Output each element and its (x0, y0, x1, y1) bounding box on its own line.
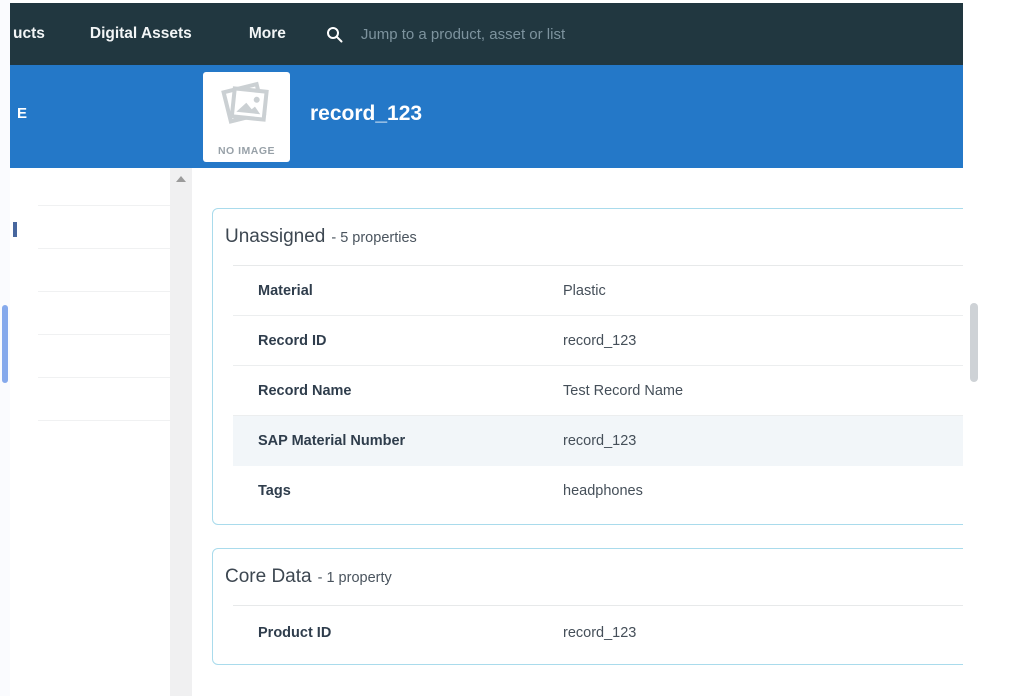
property-label: SAP Material Number (258, 433, 563, 449)
left-scrollbar-thumb[interactable] (2, 305, 8, 383)
card-title: Unassigned (225, 226, 325, 248)
card-title: Core Data (225, 566, 312, 588)
sidebar-list-item[interactable] (38, 292, 170, 335)
property-row-material: Material Plastic (233, 266, 963, 316)
property-row-tags: Tags headphones (233, 466, 963, 516)
sidebar-list-item[interactable] (38, 378, 170, 421)
property-label: Record Name (258, 383, 563, 399)
sidebar-list (10, 168, 170, 696)
card-header: Unassigned - 5 properties (213, 209, 963, 265)
property-value[interactable]: Test Record Name (563, 383, 683, 399)
property-row-record-id: Record ID record_123 (233, 316, 963, 366)
card-property-count: - 1 property (318, 570, 392, 586)
top-nav-bar: ucts Digital Assets More Jump to a produ… (10, 3, 963, 65)
property-value[interactable]: record_123 (563, 433, 636, 449)
property-value[interactable]: record_123 (563, 625, 636, 641)
nav-item-products-truncated[interactable]: ucts (13, 25, 45, 43)
property-label: Tags (258, 483, 563, 499)
sidebar-list-item[interactable] (38, 249, 170, 292)
search-input[interactable]: Jump to a product, asset or list (361, 26, 565, 43)
sidebar-list-item[interactable] (38, 206, 170, 249)
property-value[interactable]: record_123 (563, 333, 636, 349)
product-image-placeholder[interactable]: NO IMAGE (203, 72, 290, 162)
sidebar-scrollbar[interactable] (170, 168, 192, 696)
property-value[interactable]: Plastic (563, 283, 606, 299)
truncated-header-text: E (17, 105, 27, 122)
nav-item-digital-assets[interactable]: Digital Assets (90, 25, 192, 43)
property-row-product-id: Product ID record_123 (233, 606, 963, 660)
property-group-unassigned: Unassigned - 5 properties Material Plast… (212, 208, 963, 525)
sidebar-list-item[interactable] (38, 335, 170, 378)
property-group-core-data: Core Data - 1 property Product ID record… (212, 548, 963, 665)
right-scrollbar-thumb[interactable] (970, 303, 978, 382)
property-panel: Unassigned - 5 properties Material Plast… (192, 168, 963, 696)
record-header: E NO IMAGE record_123 (10, 65, 963, 168)
nav-item-more[interactable]: More (249, 25, 286, 43)
no-image-icon (219, 80, 275, 132)
property-label: Record ID (258, 333, 563, 349)
sidebar-list-item[interactable] (38, 168, 170, 206)
card-header: Core Data - 1 property (213, 549, 963, 605)
property-row-record-name: Record Name Test Record Name (233, 366, 963, 416)
card-property-count: - 5 properties (331, 230, 416, 246)
no-image-label: NO IMAGE (218, 145, 275, 157)
property-label: Product ID (258, 625, 563, 641)
property-value[interactable]: headphones (563, 483, 643, 499)
app-window: ucts Digital Assets More Jump to a produ… (10, 3, 963, 696)
property-row-sap-material-number: SAP Material Number record_123 (233, 416, 963, 466)
property-label: Material (258, 283, 563, 299)
content-area: Unassigned - 5 properties Material Plast… (10, 168, 963, 696)
search-icon (326, 26, 343, 43)
scroll-up-icon[interactable] (176, 176, 186, 182)
global-search[interactable]: Jump to a product, asset or list (326, 26, 565, 43)
record-title: record_123 (310, 102, 422, 126)
sidebar-truncated-text (13, 222, 17, 237)
